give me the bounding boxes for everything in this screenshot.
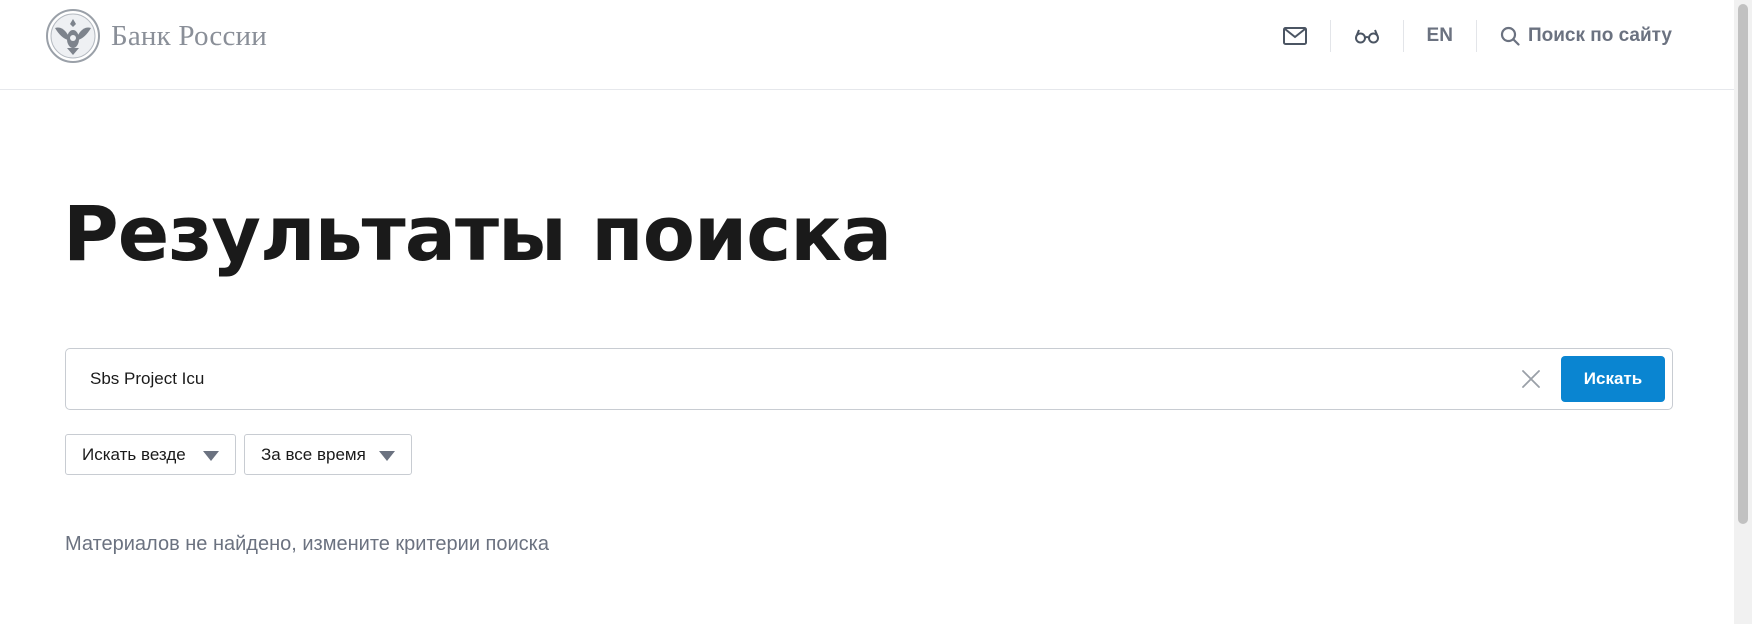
accessibility-button[interactable] <box>1331 15 1403 57</box>
logo-text: Банк России <box>111 19 267 52</box>
scrollbar[interactable] <box>1734 0 1752 624</box>
close-icon[interactable] <box>1520 368 1542 390</box>
no-results-message: Материалов не найдено, измените критерии… <box>65 533 549 555</box>
scrollbar-thumb[interactable] <box>1738 4 1748 524</box>
chevron-down-icon <box>203 451 219 461</box>
filter-location-select[interactable]: Искать везде <box>65 434 236 475</box>
language-label: EN <box>1426 25 1453 46</box>
filter-location-label: Искать везде <box>82 444 186 464</box>
bank-emblem-icon <box>46 9 100 63</box>
language-switch[interactable]: EN <box>1404 15 1476 57</box>
filter-period-select[interactable]: За все время <box>244 434 412 475</box>
page-title: Результаты поиска <box>63 189 892 278</box>
page: Банк России EN Поиск по сайту Результаты… <box>0 0 1752 624</box>
site-search-label: Поиск по сайту <box>1527 25 1672 46</box>
mail-button[interactable] <box>1260 15 1330 57</box>
site-header: Банк России EN Поиск по сайту <box>0 0 1734 90</box>
search-input[interactable] <box>90 361 1510 397</box>
logo-link[interactable]: Банк России <box>45 8 267 64</box>
search-button[interactable]: Искать <box>1561 356 1665 402</box>
search-icon <box>1500 26 1520 46</box>
chevron-down-icon <box>379 451 395 461</box>
mail-icon <box>1282 27 1307 45</box>
header-tools: EN Поиск по сайту <box>1260 15 1672 57</box>
search-box: Искать <box>65 348 1673 410</box>
site-search-button[interactable]: Поиск по сайту <box>1477 15 1672 57</box>
filter-period-label: За все время <box>261 444 366 464</box>
glasses-icon <box>1354 29 1379 44</box>
